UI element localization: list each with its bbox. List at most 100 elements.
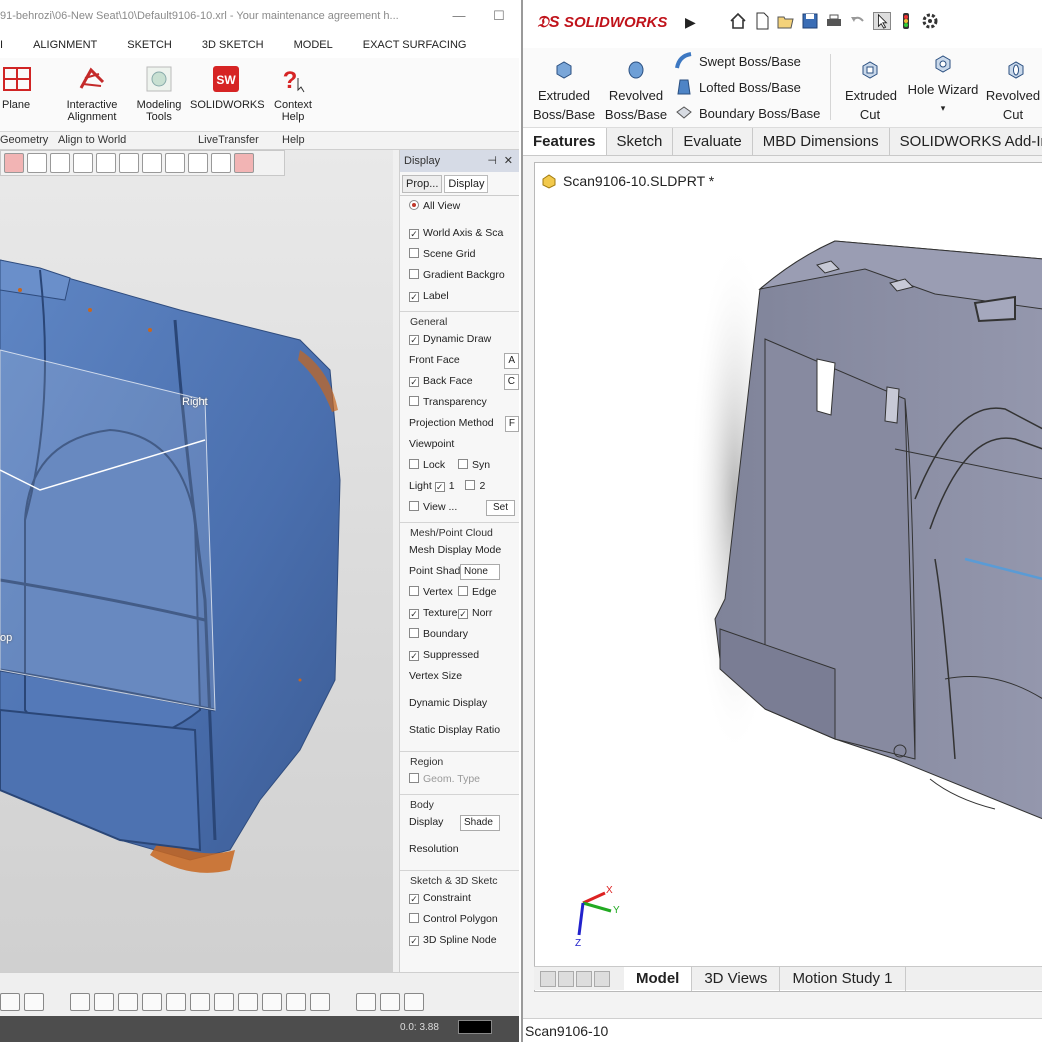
new-document-icon[interactable] — [753, 12, 771, 30]
front-face-dropdown[interactable]: A — [504, 353, 519, 369]
transform-icon[interactable] — [211, 153, 231, 173]
interactive-alignment-button[interactable]: Interactive Alignment — [56, 58, 128, 132]
menu-tab-3d-sketch[interactable]: 3D SKETCH — [187, 32, 279, 58]
view-back-icon[interactable] — [190, 993, 210, 1011]
control-polygon-checkbox[interactable]: Control Polygon — [400, 909, 519, 930]
tool-b-icon[interactable] — [24, 993, 44, 1011]
view-right-icon[interactable] — [238, 993, 258, 1011]
lock-checkbox[interactable]: Lock Syn — [400, 455, 519, 476]
tool-a-icon[interactable] — [0, 993, 20, 1011]
paint-brush-icon[interactable] — [142, 153, 162, 173]
tab-model[interactable]: Model — [624, 966, 693, 991]
graphics-area[interactable]: X Y Z — [535, 199, 1042, 967]
dynamic-draw-checkbox[interactable]: ✓ Dynamic Draw — [400, 329, 519, 350]
all-view-radio[interactable]: All View — [400, 196, 519, 217]
label-checkbox[interactable]: ✓ Label — [400, 286, 519, 307]
tab-features[interactable]: Features — [523, 128, 607, 155]
menu-tab-sketch[interactable]: SKETCH — [112, 32, 187, 58]
rebuild-icon[interactable] — [897, 12, 915, 30]
geom-type-checkbox[interactable]: Geom. Type — [400, 769, 519, 790]
section-icon[interactable] — [404, 993, 424, 1011]
constraint-checkbox[interactable]: ✓ Constraint — [400, 888, 519, 909]
spline-node-checkbox[interactable]: ✓ 3D Spline Node — [400, 930, 519, 951]
measure-icon[interactable] — [380, 993, 400, 1011]
vertex-checkbox[interactable]: Vertex Edge — [400, 582, 519, 603]
view-left-icon[interactable] — [214, 993, 234, 1011]
scene-grid-checkbox[interactable]: Scene Grid — [400, 244, 519, 265]
sync-checkbox[interactable]: Syn — [458, 455, 490, 476]
revolved-cut-button[interactable]: Revolved Cut — [985, 58, 1042, 124]
select-pointer-icon[interactable] — [873, 12, 891, 30]
polygon-select-icon[interactable] — [73, 153, 93, 173]
last-tab-icon[interactable] — [594, 970, 610, 987]
context-help-button[interactable]: ? Context Help — [268, 58, 318, 132]
save-icon[interactable] — [801, 12, 819, 30]
view-front-icon[interactable] — [166, 993, 186, 1011]
modeling-tools-button[interactable]: Modeling Tools — [132, 58, 186, 132]
tab-solidworks-add-ins[interactable]: SOLIDWORKS Add-Ins — [890, 128, 1042, 155]
rotate-icon[interactable] — [94, 993, 114, 1011]
body-display-dropdown[interactable]: Shade — [460, 815, 500, 831]
view-more-checkbox[interactable]: View ... Set — [400, 497, 519, 518]
hole-wizard-button[interactable]: Hole Wizard ▾ — [905, 52, 981, 118]
visibility-eye-icon[interactable] — [234, 153, 254, 173]
set-button[interactable]: Set — [485, 500, 515, 516]
normal-checkbox[interactable]: ✓ Norr — [458, 603, 492, 624]
model-viewport[interactable]: Right op — [0, 150, 393, 972]
zoom-icon[interactable] — [70, 993, 90, 1011]
undo-icon[interactable] — [849, 12, 867, 30]
lasso-select-icon[interactable] — [119, 153, 139, 173]
minimize-icon[interactable]: — — [439, 0, 479, 32]
file-icon[interactable] — [356, 993, 376, 1011]
expand-arrow-icon[interactable]: ▶ — [685, 14, 696, 31]
rectangle-select-icon[interactable] — [27, 153, 47, 173]
light-2-checkbox[interactable] — [465, 480, 476, 490]
solidworks-logo[interactable]: 𝔇S SOLIDWORKS — [537, 8, 683, 38]
pin-icon[interactable]: ⊣ — [487, 150, 497, 172]
view-bottom-icon[interactable] — [286, 993, 306, 1011]
flood-fill-icon[interactable] — [165, 153, 185, 173]
freeform-select-icon[interactable] — [96, 153, 116, 173]
tab-mbd-dimensions[interactable]: MBD Dimensions — [753, 128, 890, 155]
options-gear-icon[interactable] — [921, 12, 939, 30]
pan-icon[interactable] — [118, 993, 138, 1011]
home-icon[interactable] — [729, 12, 747, 30]
print-icon[interactable] — [825, 12, 843, 30]
extend-select-icon[interactable] — [188, 153, 208, 173]
gradient-background-checkbox[interactable]: Gradient Backgro — [400, 265, 519, 286]
menu-tab-exact-surfacing[interactable]: EXACT SURFACING — [348, 32, 482, 58]
solidworks-livetransfer-button[interactable]: SW SOLIDWORKS — [190, 58, 265, 132]
tab-sketch[interactable]: Sketch — [607, 128, 674, 155]
swept-boss-button[interactable]: Swept Boss/Base — [675, 52, 801, 70]
boundary-checkbox[interactable]: Boundary — [400, 624, 519, 645]
prev-tab-icon[interactable] — [558, 970, 574, 987]
extruded-cut-button[interactable]: Extruded Cut — [837, 58, 903, 124]
first-tab-icon[interactable] — [540, 970, 556, 987]
tab-display[interactable]: Display — [444, 174, 489, 193]
view-top-icon[interactable] — [262, 993, 282, 1011]
line-select-icon[interactable] — [4, 153, 24, 173]
fit-icon[interactable] — [142, 993, 162, 1011]
projection-method-dropdown[interactable]: F — [504, 416, 519, 432]
close-icon[interactable]: ✕ — [504, 150, 513, 172]
plane-button[interactable]: Plane — [0, 58, 36, 132]
tab-motion-study-1[interactable]: Motion Study 1 — [780, 966, 906, 991]
view-iso-icon[interactable] — [310, 993, 330, 1011]
point-shader-dropdown[interactable]: None — [460, 564, 500, 580]
menu-tab-alignment[interactable]: ALIGNMENT — [18, 32, 112, 58]
back-face-checkbox[interactable]: ✓ Back Face C — [400, 371, 519, 392]
menu-tab-partial[interactable]: I — [0, 32, 18, 58]
maximize-icon[interactable]: ☐ — [479, 0, 519, 32]
edge-checkbox[interactable]: Edge — [458, 582, 497, 603]
revolved-boss-button[interactable]: Revolved Boss/Base — [603, 58, 669, 124]
tab-evaluate[interactable]: Evaluate — [673, 128, 753, 155]
tab-properties[interactable]: Prop... — [402, 174, 443, 193]
transparency-checkbox[interactable]: Transparency — [400, 392, 519, 413]
hole-wizard-dropdown-icon[interactable]: ▾ — [905, 99, 981, 118]
extruded-boss-button[interactable]: Extruded Boss/Base — [533, 58, 595, 124]
back-face-color[interactable]: C — [503, 374, 519, 390]
world-axis-checkbox[interactable]: ✓ World Axis & Sca — [400, 223, 519, 244]
open-folder-icon[interactable] — [777, 12, 795, 30]
circle-select-icon[interactable] — [50, 153, 70, 173]
lofted-boss-button[interactable]: Lofted Boss/Base — [675, 78, 801, 96]
